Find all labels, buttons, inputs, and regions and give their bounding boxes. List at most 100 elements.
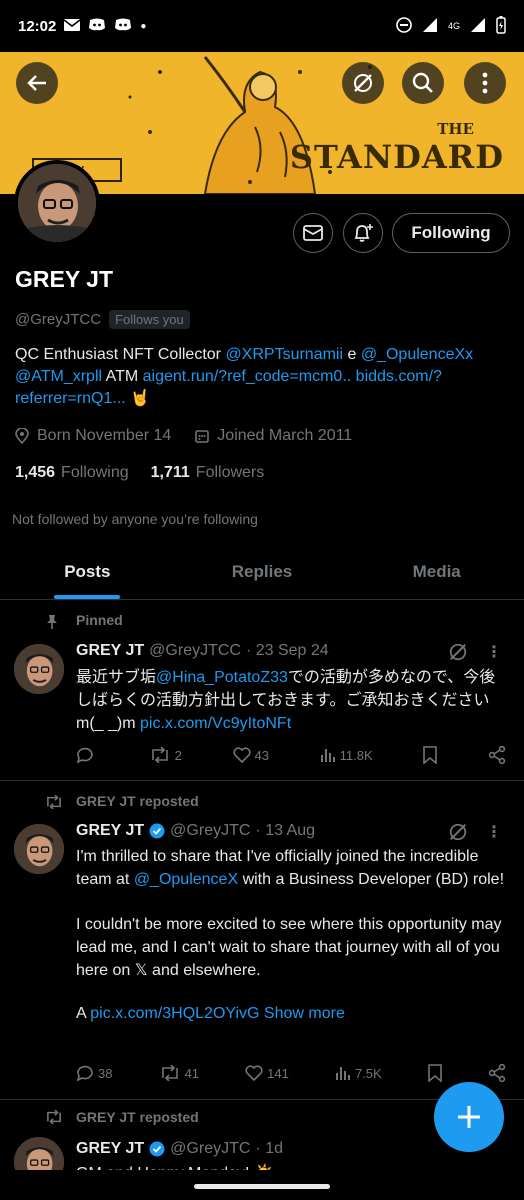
grok-icon[interactable]: [448, 822, 468, 842]
bookmark-button[interactable]: [428, 1064, 442, 1082]
post-author-name[interactable]: GREY JT: [76, 642, 144, 660]
post-text-part: I couldn't be more excited to see where …: [76, 916, 502, 979]
reply-count: 38: [98, 1065, 113, 1081]
signal-icon: [470, 17, 486, 36]
dnd-icon: [396, 16, 412, 36]
profile-meta: Born November 14 Joined March 2011: [15, 427, 352, 445]
post-text-part: 最近サブ垢: [76, 669, 157, 686]
like-count: 43: [254, 747, 270, 763]
post-avatar[interactable]: [14, 1137, 64, 1171]
post-author-name[interactable]: GREY JT: [76, 822, 144, 840]
followers-label: Followers: [195, 464, 265, 481]
share-icon: [488, 1064, 506, 1082]
tab-media[interactable]: Media: [349, 550, 524, 599]
discord-icon: [88, 18, 106, 35]
profile-name: GREY JT: [15, 266, 113, 292]
following-count: 1,456: [15, 464, 56, 481]
post-avatar[interactable]: [14, 824, 64, 874]
bookmark-button[interactable]: [423, 746, 438, 764]
post-item[interactable]: Pinned GREY JT @GreyJTCC · 23 Sep 24 ⋮ 最…: [0, 600, 524, 781]
back-button[interactable]: [16, 62, 58, 104]
message-button[interactable]: [293, 213, 333, 253]
like-button[interactable]: 141: [245, 1064, 289, 1082]
views-button[interactable]: 11.8K: [320, 746, 373, 764]
post-more-icon[interactable]: ⋮: [486, 642, 502, 662]
post-date: · 23 Sep 24: [245, 642, 329, 659]
profile-handle: @GreyJTCC: [15, 311, 102, 328]
notifications-button[interactable]: [343, 213, 383, 253]
followers-count-link[interactable]: 1,711 Followers: [151, 464, 265, 482]
post-context: GREY JT reposted: [76, 793, 199, 809]
views-count: 7.5K: [354, 1065, 382, 1081]
compose-post-button[interactable]: [434, 1082, 504, 1152]
repost-count: 2: [174, 747, 182, 763]
post-author-handle: @GreyJTCC: [149, 642, 241, 659]
joined-date: Joined March 2011: [217, 427, 353, 444]
post-text-part: with a Business Developer (BD) role!: [238, 871, 505, 888]
grok-icon[interactable]: [448, 642, 468, 662]
following-label: Following: [61, 464, 129, 481]
pin-icon: [47, 615, 57, 629]
share-button[interactable]: [488, 1064, 506, 1082]
reply-button[interactable]: [76, 746, 98, 764]
repost-icon: [47, 1110, 61, 1124]
home-gesture-pill[interactable]: [194, 1184, 330, 1189]
profile-tabs: Posts Replies Media: [0, 550, 524, 600]
avatar-image: [18, 164, 96, 242]
post-item[interactable]: GREY JT reposted GREY JT @GreyJTC · 13 A…: [0, 782, 524, 1100]
post-media-link[interactable]: pic.x.com/Vc9yItoNFt: [140, 715, 291, 732]
post-mention-link[interactable]: @_OpulenceX: [134, 871, 238, 888]
bio-mention-link[interactable]: @ATM_xrpll: [15, 368, 102, 385]
post-mention-link[interactable]: @Hina_PotatoZ33: [156, 669, 288, 686]
not-followed-notice: Not followed by anyone you’re following: [12, 511, 258, 527]
post-author-handle: @GreyJTC: [170, 822, 251, 839]
repost-button[interactable]: 2: [149, 746, 182, 764]
follow-counts: 1,456 Following 1,711 Followers: [15, 464, 264, 482]
following-button[interactable]: Following: [392, 213, 510, 253]
post-actions: 38 41 141 7.5K: [76, 1064, 506, 1082]
post-more-icon[interactable]: ⋮: [486, 822, 502, 842]
views-button[interactable]: 7.5K: [335, 1064, 382, 1082]
profile-avatar[interactable]: [14, 160, 100, 246]
status-bar: 12:02 ● 4G: [0, 0, 524, 52]
post-context: Pinned: [76, 612, 123, 628]
reply-button[interactable]: 38: [76, 1064, 112, 1082]
mail-icon: [303, 225, 323, 241]
heart-icon: [245, 1065, 263, 1081]
search-icon: [412, 72, 433, 93]
follows-you-badge: Follows you: [109, 310, 190, 329]
avatar-image: [14, 644, 64, 694]
bio-emoji: 🤘: [125, 390, 151, 407]
grok-button[interactable]: [342, 62, 384, 104]
discord-icon: [114, 18, 132, 35]
post-media-link[interactable]: pic.x.com/3HQL2OYivG: [90, 1005, 259, 1022]
mail-icon: [63, 18, 81, 35]
post-actions: 2 43 11.8K: [76, 746, 506, 764]
views-icon: [320, 749, 335, 762]
tab-replies[interactable]: Replies: [175, 550, 350, 599]
location-pin-icon: [15, 428, 29, 444]
born-date: Born November 14: [37, 427, 172, 444]
following-count-link[interactable]: 1,456 Following: [15, 464, 129, 482]
bio-text: e: [343, 346, 361, 363]
search-button[interactable]: [402, 62, 444, 104]
repost-button[interactable]: 41: [159, 1064, 199, 1082]
post-author-name[interactable]: GREY JT: [76, 1140, 144, 1158]
tab-posts[interactable]: Posts: [0, 550, 175, 599]
profile-bio: QC Enthusiast NFT Collector @XRPTsurnami…: [15, 344, 510, 410]
share-icon: [488, 746, 506, 764]
more-options-button[interactable]: [464, 62, 506, 104]
views-icon: [335, 1067, 350, 1080]
bio-url-link[interactable]: aigent.run/?ref_code=mcm0..: [143, 368, 352, 385]
post-avatar[interactable]: [14, 644, 64, 694]
bio-mention-link[interactable]: @_OpulenceXx: [361, 346, 473, 363]
post-text-part: A: [76, 1005, 91, 1022]
post-author-handle: @GreyJTC: [170, 1140, 251, 1157]
more-vertical-icon: [482, 72, 488, 94]
bio-mention-link[interactable]: @XRPTsurnamii: [225, 346, 343, 363]
show-more-link[interactable]: Show more: [259, 1005, 345, 1022]
like-button[interactable]: 43: [233, 746, 269, 764]
verified-badge-icon: [149, 1141, 165, 1157]
post-date: · 13 Aug: [255, 822, 316, 839]
share-button[interactable]: [488, 746, 506, 764]
